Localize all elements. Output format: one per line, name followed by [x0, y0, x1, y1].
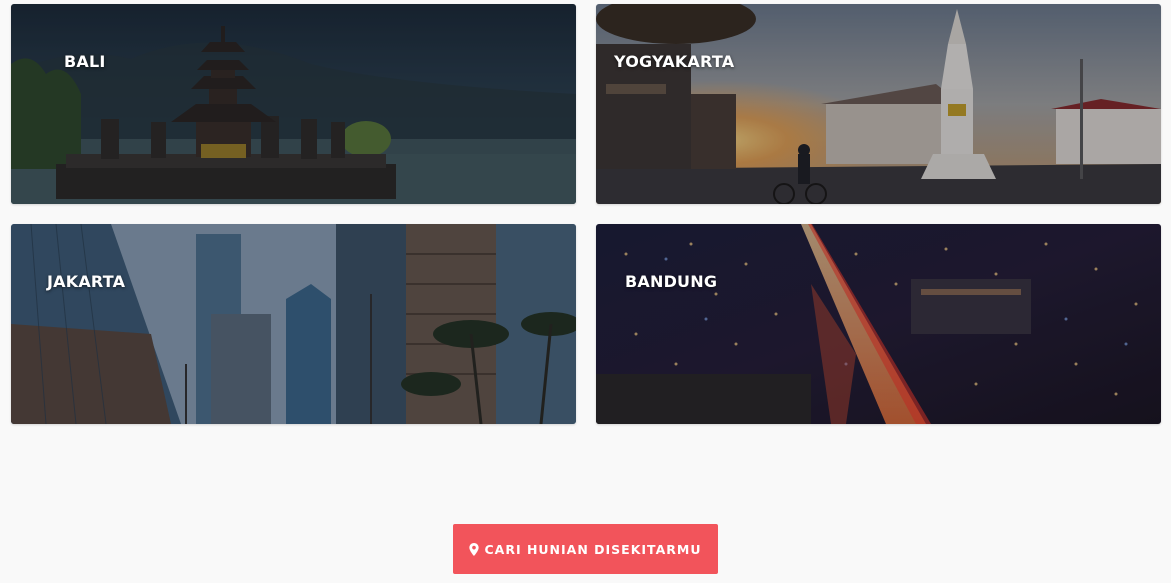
city-name-label: JAKARTA — [47, 272, 126, 291]
city-card-jakarta[interactable]: JAKARTA — [11, 224, 576, 424]
city-card-bali[interactable]: BALI — [11, 4, 576, 204]
image-overlay — [11, 224, 576, 424]
image-overlay — [596, 4, 1161, 204]
image-overlay — [596, 224, 1161, 424]
city-name-label: BANDUNG — [625, 272, 718, 291]
map-marker-icon — [469, 542, 480, 556]
city-card-yogyakarta[interactable]: YOGYAKARTA — [596, 4, 1161, 204]
page: BALI YOGYAKARTA JAKARTA BANDUNG CARI HUN… — [0, 0, 1171, 583]
city-card-bandung[interactable]: BANDUNG — [596, 224, 1161, 424]
find-nearby-housing-button[interactable]: CARI HUNIAN DISEKITARMU — [453, 524, 718, 574]
cta-label: CARI HUNIAN DISEKITARMU — [484, 541, 702, 557]
image-overlay — [11, 4, 576, 204]
city-name-label: YOGYAKARTA — [614, 52, 735, 71]
city-name-label: BALI — [64, 52, 106, 71]
